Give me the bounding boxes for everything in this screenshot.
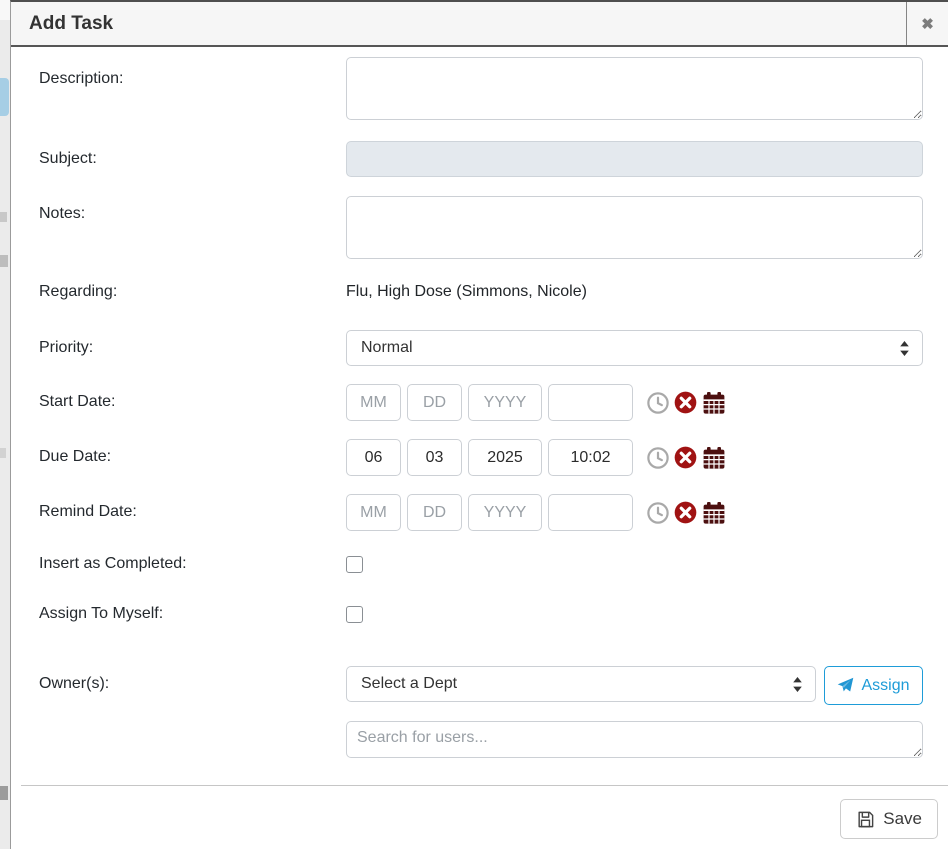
due-date-icons [642,446,726,470]
assign-myself-checkbox[interactable] [346,606,363,623]
remind-date-row: Remind Date: [39,494,932,531]
start-date-label: Start Date: [39,384,346,421]
dialog-title: Add Task [11,2,906,45]
owners-row: Owner(s): Select a Dept Assign [39,666,932,705]
description-label: Description: [39,57,346,120]
notes-row: Notes: [39,196,932,259]
due-date-row: Due Date: [39,439,932,476]
user-search-input[interactable] [346,721,923,758]
regarding-row: Regarding: Flu, High Dose (Simmons, Nico… [39,282,932,302]
assign-button[interactable]: Assign [824,666,923,705]
regarding-label: Regarding: [39,282,346,302]
floppy-disk-icon [856,810,875,829]
insert-completed-row: Insert as Completed: [39,554,932,574]
insert-completed-checkbox[interactable] [346,556,363,573]
remind-date-icons [642,501,726,525]
clear-date-icon[interactable] [674,446,697,469]
start-year-input[interactable] [468,384,542,421]
background-fragment [0,78,9,116]
subject-field [346,141,923,177]
due-date-fields [346,439,726,476]
owners-label: Owner(s): [39,666,346,705]
background-fragment [0,786,8,800]
chevron-up-down-icon [792,677,803,692]
remind-date-fields [346,494,726,531]
paper-plane-icon [837,677,854,694]
assign-button-label: Assign [861,677,909,695]
background-fragment [0,448,6,458]
insert-completed-label: Insert as Completed: [39,554,346,574]
dimmed-background-page [0,0,10,849]
chevron-up-down-icon [899,341,910,356]
save-button[interactable]: Save [840,799,938,839]
close-icon[interactable]: ✖ [906,2,948,45]
background-fragment [0,0,10,20]
subject-label: Subject: [39,141,346,177]
subject-row: Subject: [39,141,932,177]
due-day-input[interactable] [407,439,462,476]
priority-label: Priority: [39,330,346,366]
start-day-input[interactable] [407,384,462,421]
notes-textarea[interactable] [346,196,923,259]
save-button-label: Save [883,809,922,829]
assign-myself-row: Assign To Myself: [39,604,932,624]
priority-row: Priority: Normal [39,330,932,366]
description-row: Description: [39,57,932,120]
due-year-input[interactable] [468,439,542,476]
background-fragment [0,255,8,267]
remind-date-label: Remind Date: [39,494,346,531]
remind-year-input[interactable] [468,494,542,531]
start-time-input[interactable] [548,384,633,421]
due-time-input[interactable] [548,439,633,476]
dept-select[interactable]: Select a Dept [346,666,816,702]
clear-date-icon[interactable] [674,391,697,414]
priority-select[interactable]: Normal [346,330,923,366]
clock-icon[interactable] [647,392,669,414]
assign-myself-label: Assign To Myself: [39,604,346,624]
calendar-icon[interactable] [702,391,726,415]
calendar-icon[interactable] [702,501,726,525]
regarding-value: Flu, High Dose (Simmons, Nicole) [346,282,587,302]
owner-fields: Select a Dept Assign [346,666,923,705]
add-task-dialog: Add Task ✖ Description: Subject: Notes: … [10,0,948,849]
dialog-body: Description: Subject: Notes: Regarding: … [11,47,948,785]
dialog-footer: Save [21,785,948,849]
background-fragment [0,212,7,222]
description-textarea[interactable] [346,57,923,120]
clock-icon[interactable] [647,447,669,469]
remind-month-input[interactable] [346,494,401,531]
due-month-input[interactable] [346,439,401,476]
clock-icon[interactable] [647,502,669,524]
user-search-row [39,721,932,758]
clear-date-icon[interactable] [674,501,697,524]
remind-day-input[interactable] [407,494,462,531]
calendar-icon[interactable] [702,446,726,470]
start-date-icons [642,391,726,415]
user-search-spacer [39,721,346,758]
start-date-row: Start Date: [39,384,932,421]
dialog-header: Add Task ✖ [11,2,948,47]
remind-time-input[interactable] [548,494,633,531]
due-date-label: Due Date: [39,439,346,476]
notes-label: Notes: [39,196,346,259]
dept-selected-value: Select a Dept [361,675,457,693]
start-date-fields [346,384,726,421]
priority-selected-value: Normal [361,339,413,357]
start-month-input[interactable] [346,384,401,421]
